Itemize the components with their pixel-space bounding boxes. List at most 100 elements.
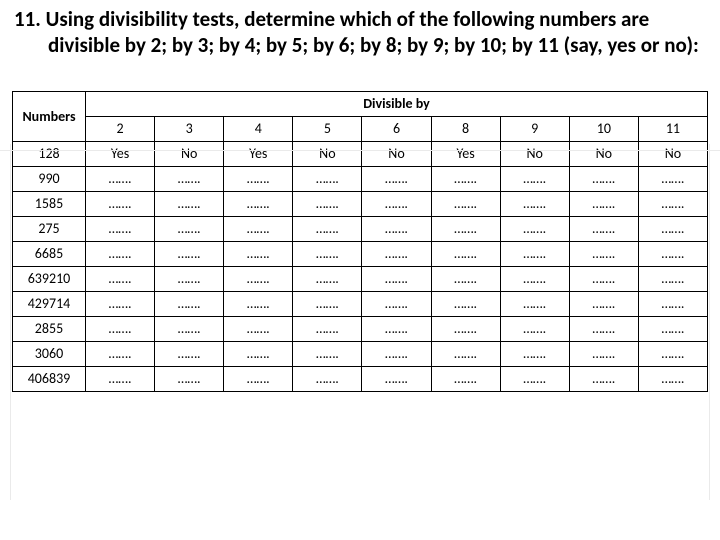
answer-cell: ……. [569,266,638,291]
answer-cell: No [362,141,431,166]
answer-cell: ……. [86,191,155,216]
answer-cell: ……. [431,316,500,341]
answer-cell: ……. [638,366,707,391]
answer-cell: ……. [224,166,293,191]
divisor-col: 4 [224,116,293,141]
answer-cell: ……. [500,291,569,316]
sheet-gridline [10,144,11,500]
number-cell: 275 [13,216,86,241]
sheet-gridline [709,144,710,500]
header-numbers: Numbers [13,91,86,141]
answer-cell: ……. [362,316,431,341]
answer-cell: ……. [155,266,224,291]
answer-cell: ……. [155,216,224,241]
answer-cell: ……. [500,341,569,366]
number-cell: 1585 [13,191,86,216]
answer-cell: ……. [569,366,638,391]
question-text: 11. Using divisibility tests, determine … [0,0,720,63]
table-row: 128YesNoYesNoNoYesNoNoNo [13,141,708,166]
answer-cell: ……. [86,316,155,341]
table-row: 429714…….…….…….…….…….…….…….…….……. [13,291,708,316]
answer-cell: ……. [293,191,362,216]
number-cell: 406839 [13,366,86,391]
divisibility-table: Numbers Divisible by 2 3 4 5 6 8 9 10 11… [12,91,708,392]
divisor-col: 6 [362,116,431,141]
number-cell: 429714 [13,291,86,316]
answer-cell: ……. [86,366,155,391]
divisor-col: 3 [155,116,224,141]
answer-cell: ……. [155,291,224,316]
answer-cell: ……. [638,191,707,216]
table-row: 275…….…….…….…….…….…….…….…….……. [13,216,708,241]
answer-cell: ……. [224,366,293,391]
answer-cell: ……. [500,216,569,241]
answer-cell: No [638,141,707,166]
answer-cell: No [569,141,638,166]
answer-cell: ……. [155,341,224,366]
answer-cell: ……. [155,166,224,191]
divisibility-table-wrap: Numbers Divisible by 2 3 4 5 6 8 9 10 11… [12,91,708,392]
divisor-col: 11 [638,116,707,141]
answer-cell: ……. [431,191,500,216]
answer-cell: ……. [431,241,500,266]
answer-cell: ……. [362,241,431,266]
divisor-col: 2 [86,116,155,141]
table-header-row-1: Numbers Divisible by [13,91,708,116]
answer-cell: ……. [86,291,155,316]
answer-cell: ……. [500,191,569,216]
answer-cell: ……. [569,341,638,366]
answer-cell: ……. [431,366,500,391]
answer-cell: ……. [224,316,293,341]
answer-cell: ……. [362,166,431,191]
table-header-row-2: 2 3 4 5 6 8 9 10 11 [13,116,708,141]
answer-cell: ……. [86,266,155,291]
answer-cell: ……. [86,241,155,266]
table-row: 3060…….…….…….…….…….…….…….…….……. [13,341,708,366]
answer-cell: No [293,141,362,166]
answer-cell: ……. [86,341,155,366]
answer-cell: Yes [86,141,155,166]
answer-cell: ……. [431,291,500,316]
answer-cell: ……. [293,291,362,316]
answer-cell: ……. [293,266,362,291]
answer-cell: ……. [293,241,362,266]
header-divisible-by: Divisible by [86,91,708,116]
answer-cell: ……. [86,216,155,241]
divisor-col: 9 [500,116,569,141]
answer-cell: ……. [362,191,431,216]
answer-cell: ……. [293,366,362,391]
answer-cell: ……. [638,266,707,291]
answer-cell: ……. [362,366,431,391]
number-cell: 990 [13,166,86,191]
table-row: 639210…….…….…….…….…….…….…….…….……. [13,266,708,291]
answer-cell: ……. [569,241,638,266]
answer-cell: ……. [638,216,707,241]
answer-cell: ……. [569,291,638,316]
answer-cell: No [500,141,569,166]
divisor-col: 5 [293,116,362,141]
answer-cell: ……. [293,341,362,366]
table-row: 406839…….…….…….…….…….…….…….…….……. [13,366,708,391]
divisor-col: 8 [431,116,500,141]
sheet-gridline [0,150,720,151]
answer-cell: ……. [362,291,431,316]
answer-cell: ……. [362,341,431,366]
answer-cell: ……. [224,266,293,291]
answer-cell: ……. [569,166,638,191]
answer-cell: ……. [638,316,707,341]
answer-cell: ……. [293,216,362,241]
number-cell: 3060 [13,341,86,366]
answer-cell: ……. [293,316,362,341]
answer-cell: ……. [155,366,224,391]
answer-cell: ……. [500,316,569,341]
answer-cell: ……. [500,266,569,291]
answer-cell: ……. [569,316,638,341]
answer-cell: ……. [638,166,707,191]
answer-cell: ……. [224,241,293,266]
answer-cell: ……. [569,191,638,216]
answer-cell: ……. [86,166,155,191]
answer-cell: ……. [155,316,224,341]
question-body: Using divisibility tests, determine whic… [46,6,699,58]
divisor-col: 10 [569,116,638,141]
question-number: 11. [14,6,41,32]
